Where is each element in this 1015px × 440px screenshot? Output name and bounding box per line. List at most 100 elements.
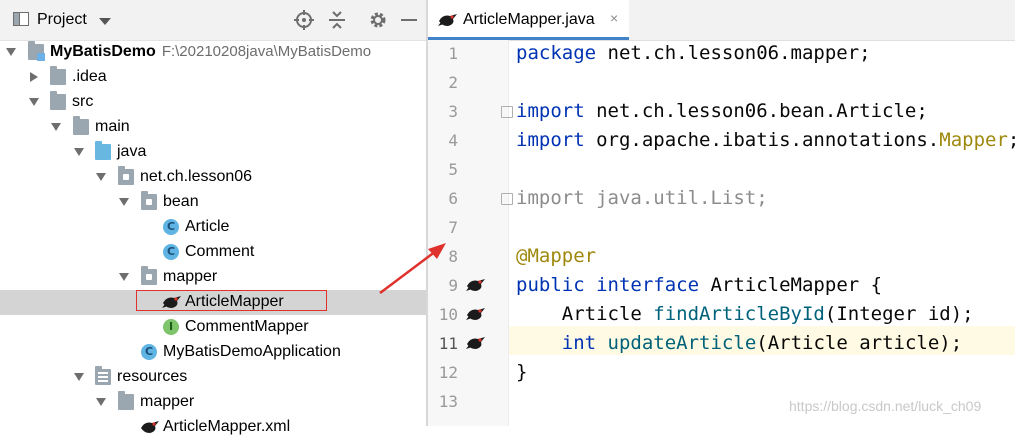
line-number: 6 bbox=[448, 189, 458, 208]
class-icon: C bbox=[163, 244, 179, 260]
tree-item-resources[interactable]: resources bbox=[0, 365, 426, 390]
code-line-1: package net.ch.lesson06.mapper; bbox=[516, 42, 871, 64]
code-line-6: import java.util.List; bbox=[516, 187, 768, 209]
chevron-right-icon[interactable] bbox=[30, 72, 38, 82]
gear-icon[interactable] bbox=[368, 10, 388, 30]
project-view-icon bbox=[13, 12, 29, 26]
chevron-down-icon[interactable] bbox=[74, 148, 84, 156]
mybatis-gutter-icon[interactable] bbox=[466, 307, 486, 321]
package-icon bbox=[141, 266, 157, 285]
tree-item-label: mapper bbox=[163, 268, 218, 285]
line-number: 1 bbox=[448, 44, 458, 63]
line-number: 10 bbox=[438, 305, 458, 324]
line-number: 12 bbox=[438, 363, 458, 382]
code-line-8: @Mapper bbox=[516, 245, 597, 267]
source-folder-icon bbox=[95, 141, 111, 160]
fold-marker-icon[interactable] bbox=[501, 106, 513, 118]
tree-item-label: bean bbox=[163, 193, 199, 210]
mybatis-bird-icon bbox=[438, 14, 457, 26]
tree-item-label: java bbox=[117, 143, 147, 160]
chevron-down-icon[interactable] bbox=[6, 48, 16, 56]
project-panel-title[interactable]: Project bbox=[37, 11, 87, 29]
tree-item-mybatisdemo[interactable]: MyBatisDemo F:\20210208java\MyBatisDemo bbox=[0, 40, 426, 65]
line-number: 2 bbox=[448, 73, 458, 92]
chevron-down-icon[interactable] bbox=[51, 123, 61, 131]
tree-item-article[interactable]: C Article bbox=[0, 215, 426, 240]
interface-icon: I bbox=[163, 319, 179, 335]
code-line-10: Article findArticleById(Integer id); bbox=[516, 303, 974, 325]
line-number: 3 bbox=[448, 102, 458, 121]
editor-gutter: 1 2 3 4 5 6 7 8 9 10 11 12 13 bbox=[428, 40, 513, 426]
module-folder-icon bbox=[28, 41, 45, 61]
code-line-4: import org.apache.ibatis.annotations.Map… bbox=[516, 129, 1015, 151]
chevron-down-icon[interactable] bbox=[29, 98, 39, 106]
chevron-down-icon[interactable] bbox=[74, 373, 84, 381]
tree-item-label: net.ch.lesson06 bbox=[140, 168, 253, 185]
tree-item-application[interactable]: C MyBatisDemoApplication bbox=[0, 340, 426, 365]
tree-item-bean[interactable]: bean bbox=[0, 190, 426, 215]
tree-item-mapper-resources[interactable]: mapper bbox=[0, 390, 426, 415]
tree-item-label: Article bbox=[185, 218, 230, 235]
line-number: 4 bbox=[448, 131, 458, 150]
close-icon[interactable]: × bbox=[610, 10, 618, 26]
line-number: 5 bbox=[448, 160, 458, 179]
tree-item-label: MyBatisDemoApplication bbox=[163, 343, 341, 360]
tree-item-label: Comment bbox=[185, 243, 255, 260]
chevron-down-icon[interactable] bbox=[96, 173, 106, 181]
line-number: 13 bbox=[438, 392, 458, 411]
code-line-3: import net.ch.lesson06.bean.Article; bbox=[516, 100, 928, 122]
tree-item-mapper[interactable]: mapper bbox=[0, 265, 426, 290]
folder-icon bbox=[73, 116, 89, 135]
project-panel: Project MyBatisDemo F:\20210208java\MyBa… bbox=[0, 0, 426, 435]
tree-item-label: ArticleMapper.xml bbox=[163, 418, 291, 435]
folder-icon bbox=[50, 91, 66, 110]
chevron-down-icon[interactable] bbox=[119, 198, 129, 206]
highlight-box bbox=[136, 290, 327, 311]
watermark-text: https://blog.csdn.net/luck_ch09 bbox=[789, 398, 982, 414]
locate-crosshair-icon[interactable] bbox=[294, 10, 314, 30]
tree-item-label: mapper bbox=[140, 393, 195, 410]
chevron-down-icon[interactable] bbox=[96, 398, 106, 406]
chevron-down-icon[interactable] bbox=[99, 18, 111, 25]
line-number: 9 bbox=[448, 276, 458, 295]
tree-item-label: CommentMapper bbox=[185, 318, 309, 335]
tree-item-label: main bbox=[95, 118, 130, 135]
mybatis-gutter-icon[interactable] bbox=[466, 278, 486, 292]
module-path: F:\20210208java\MyBatisDemo bbox=[161, 43, 372, 60]
tree-item-comment[interactable]: C Comment bbox=[0, 240, 426, 265]
tree-item-src[interactable]: src bbox=[0, 90, 426, 115]
code-line-12: } bbox=[516, 361, 528, 383]
tree-item-label: src bbox=[72, 93, 94, 110]
resources-folder-icon bbox=[95, 366, 111, 385]
tree-item-articlemapper-xml[interactable]: ArticleMapper.xml bbox=[0, 415, 426, 440]
tab-label: ArticleMapper.java bbox=[463, 11, 595, 28]
code-line-11: int updateArticle(Article article); bbox=[561, 332, 963, 354]
mybatis-gutter-icon[interactable] bbox=[466, 336, 486, 350]
mybatis-bird-icon bbox=[141, 421, 159, 433]
class-icon: C bbox=[163, 219, 179, 235]
folder-icon bbox=[50, 66, 66, 85]
chevron-down-icon[interactable] bbox=[119, 273, 129, 281]
folder-icon bbox=[118, 391, 134, 410]
line-number: 7 bbox=[448, 218, 458, 237]
project-panel-header: Project bbox=[0, 0, 426, 41]
code-line-9: public interface ArticleMapper { bbox=[516, 274, 883, 296]
line-number: 11 bbox=[438, 334, 458, 353]
code-editor: ArticleMapper.java × 1 2 3 4 5 6 7 8 9 1… bbox=[428, 0, 1015, 426]
minimize-icon[interactable] bbox=[399, 10, 419, 30]
tree-item-label: resources bbox=[117, 368, 188, 385]
fold-marker-icon[interactable] bbox=[501, 193, 513, 205]
tab-articlemapper-java[interactable]: ArticleMapper.java × bbox=[428, 0, 629, 40]
tree-item-java[interactable]: java bbox=[0, 140, 426, 165]
collapse-all-icon[interactable] bbox=[327, 10, 347, 30]
line-number: 8 bbox=[448, 247, 458, 266]
tree-item-package[interactable]: net.ch.lesson06 bbox=[0, 165, 426, 190]
editor-tab-bar: ArticleMapper.java × bbox=[428, 0, 1015, 41]
tree-item-idea[interactable]: .idea bbox=[0, 65, 426, 90]
tree-item-commentmapper[interactable]: I CommentMapper bbox=[0, 315, 426, 340]
tree-item-main[interactable]: main bbox=[0, 115, 426, 140]
package-icon bbox=[118, 166, 134, 185]
tree-item-label: MyBatisDemo bbox=[50, 43, 156, 60]
package-icon bbox=[141, 191, 157, 210]
spring-boot-class-icon: C bbox=[141, 344, 157, 360]
